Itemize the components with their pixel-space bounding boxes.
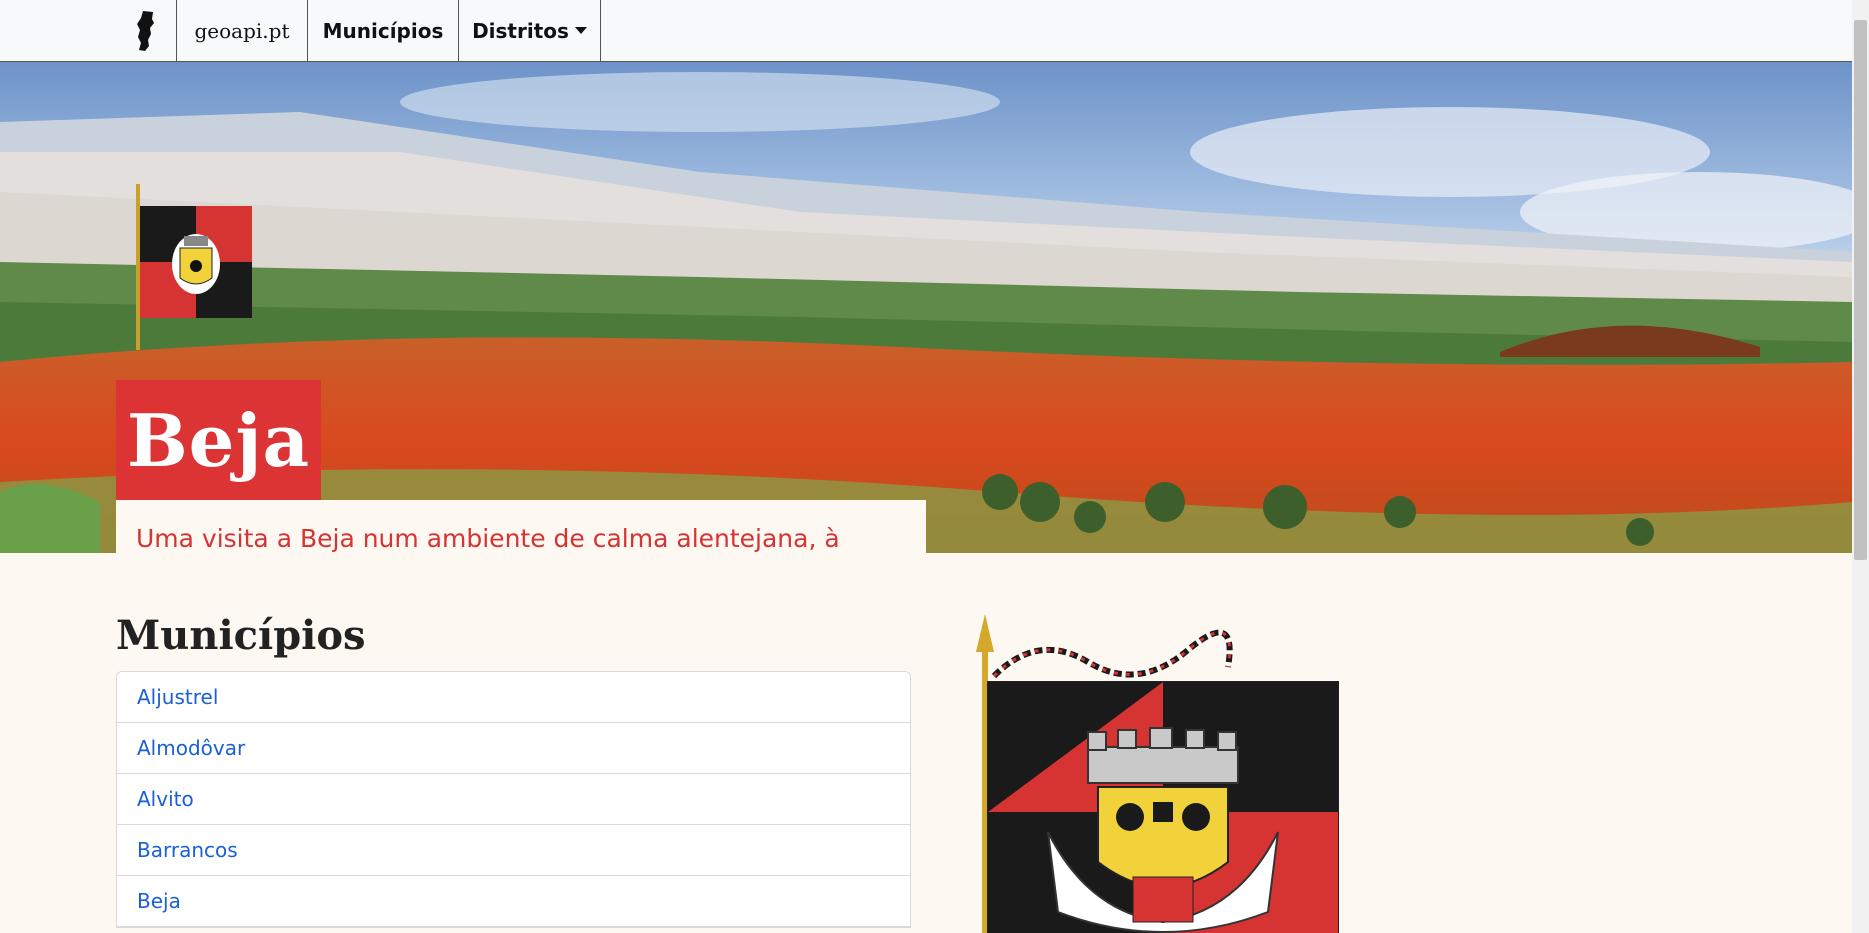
hero-title: Beja [126, 397, 311, 483]
beja-flag-image [938, 612, 1344, 933]
nav-brand-link[interactable]: geoapi.pt [176, 0, 307, 61]
municipios-list: Aljustrel Almodôvar Alvito Barrancos Bej… [116, 671, 911, 928]
list-item[interactable]: Alvito [117, 774, 910, 825]
nav-municipios-link[interactable]: Municípios [307, 0, 458, 61]
portugal-map-icon[interactable] [115, 0, 176, 61]
caret-down-icon [574, 27, 587, 34]
municipios-heading: Municípios [116, 612, 366, 659]
scrollbar-thumb[interactable] [1854, 20, 1867, 560]
municipio-link[interactable]: Alvito [137, 787, 194, 811]
hero-banner: Beja Uma visita a Beja num ambiente de c… [0, 62, 1852, 553]
municipio-link[interactable]: Barrancos [137, 838, 238, 862]
list-item[interactable]: Barrancos [117, 825, 910, 876]
list-item[interactable]: Almodôvar [117, 723, 910, 774]
page-scrollbar[interactable] [1852, 0, 1869, 933]
navbar: geoapi.pt Municípios Distritos [0, 0, 1852, 62]
list-item[interactable]: Beja [117, 876, 910, 927]
nav-brand-label: geoapi.pt [194, 18, 290, 43]
hero-subtitle: Uma visita a Beja num ambiente de calma … [136, 524, 840, 553]
municipio-link[interactable]: Aljustrel [137, 685, 218, 709]
municipio-link[interactable]: Almodôvar [137, 736, 245, 760]
hero-title-box: Beja [116, 380, 321, 500]
hero-subtitle-box: Uma visita a Beja num ambiente de calma … [116, 500, 926, 553]
nav-distritos-dropdown[interactable]: Distritos [458, 0, 601, 61]
nav-distritos-label: Distritos [472, 18, 569, 43]
beja-flag-small-image [122, 182, 254, 352]
municipio-link[interactable]: Beja [137, 889, 181, 913]
list-item[interactable]: Aljustrel [117, 672, 910, 723]
nav-municipios-label: Municípios [322, 18, 444, 43]
